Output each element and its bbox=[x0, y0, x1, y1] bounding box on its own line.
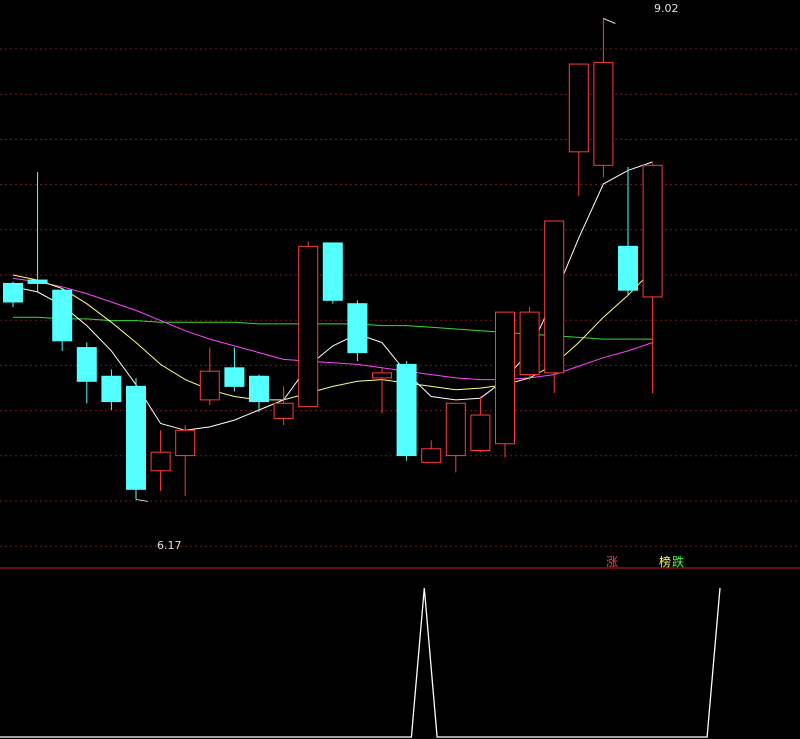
candle-body bbox=[273, 402, 294, 419]
candle-body bbox=[199, 370, 220, 401]
candle-body bbox=[396, 363, 417, 457]
candle-body bbox=[322, 242, 343, 301]
candle-body bbox=[593, 61, 614, 166]
candle-body bbox=[618, 245, 638, 291]
candle-body bbox=[445, 402, 466, 457]
legend-fall: 跌 bbox=[672, 555, 685, 569]
candle-body bbox=[568, 63, 589, 153]
candle-body bbox=[470, 414, 491, 451]
candle-body bbox=[27, 279, 48, 284]
candle-body bbox=[150, 451, 171, 472]
candle-body bbox=[76, 347, 97, 382]
candle-body bbox=[224, 367, 245, 387]
max-marker-line bbox=[603, 18, 616, 24]
candle-body bbox=[495, 311, 515, 445]
legend-board: 榜 bbox=[659, 555, 672, 569]
candle-body bbox=[544, 220, 565, 374]
candle-body bbox=[52, 289, 73, 342]
candle-body bbox=[642, 164, 663, 298]
candle-body bbox=[347, 303, 368, 354]
candle-body bbox=[175, 429, 196, 457]
candle-body bbox=[101, 375, 122, 403]
max-price-label: 9.02 bbox=[654, 2, 679, 15]
candle-body bbox=[372, 372, 392, 379]
signal-line bbox=[0, 587, 721, 738]
candle-body bbox=[298, 245, 319, 408]
candlestick-chart bbox=[0, 18, 800, 738]
chart-stage: 9.02 6.17 涨 榜 跌 bbox=[0, 0, 800, 739]
min-price-label: 6.17 bbox=[157, 539, 182, 552]
candle-body bbox=[126, 385, 146, 490]
candle-body bbox=[3, 282, 23, 303]
candle-body bbox=[519, 311, 540, 376]
candle-body bbox=[249, 375, 269, 403]
legend-rise: 涨 bbox=[606, 555, 619, 569]
candle-body bbox=[421, 448, 442, 463]
